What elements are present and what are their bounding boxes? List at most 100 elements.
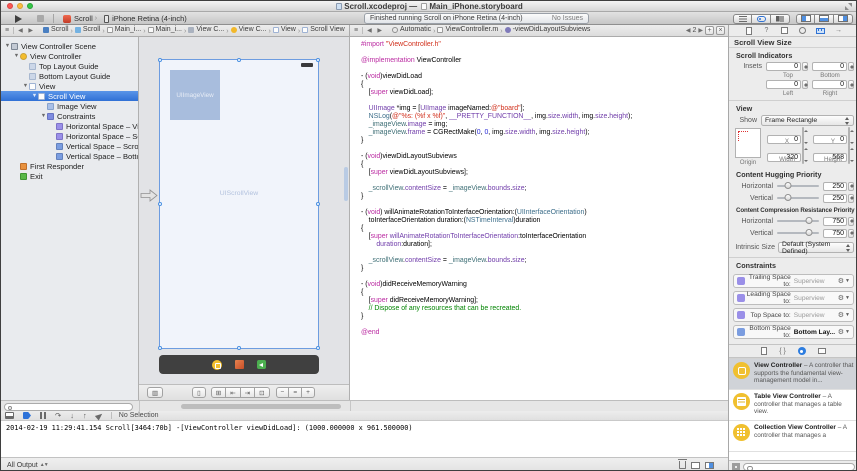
assistant-crumb[interactable]: -viewDidLayoutSubviews xyxy=(505,26,591,33)
selection-handle[interactable] xyxy=(158,346,162,350)
selection-handle[interactable] xyxy=(158,202,162,206)
compression-stepper[interactable] xyxy=(848,229,854,238)
related-items-icon[interactable]: ≡ xyxy=(350,27,362,34)
canvas-horizontal-scrollbar[interactable] xyxy=(181,404,341,409)
intrinsic-size-dropdown[interactable]: Default (System Defined) xyxy=(778,242,854,253)
assistant-crumb[interactable]: Automatic xyxy=(392,26,431,33)
hide-debug-area-icon[interactable] xyxy=(5,412,14,419)
storyboard-crumb[interactable]: Scroll xyxy=(75,26,101,33)
outline-row[interactable]: Vertical Space – Scroll... xyxy=(1,141,138,151)
outline-row[interactable]: Bottom Layout Guide xyxy=(1,71,138,81)
outline-row[interactable]: ▼Constraints xyxy=(1,111,138,121)
toggle-navigator-button[interactable] xyxy=(796,14,815,24)
run-button[interactable] xyxy=(15,15,22,23)
source-editor[interactable]: #import "ViewController.h" @implementati… xyxy=(350,37,728,400)
origin-widget[interactable] xyxy=(735,128,761,158)
hugging-value-field[interactable]: 250 xyxy=(823,182,847,191)
compression-slider[interactable] xyxy=(777,220,819,222)
gear-icon[interactable]: ⚙ xyxy=(838,311,844,319)
outline-row[interactable]: ▼View Controller xyxy=(1,51,138,61)
assistant-crumb[interactable]: ViewController.m xyxy=(437,26,498,33)
selection-handle[interactable] xyxy=(316,58,320,62)
selection-handle[interactable] xyxy=(237,58,241,62)
simulate-location-icon[interactable] xyxy=(95,411,104,420)
outline-row[interactable]: Horizontal Space – Vie... xyxy=(1,121,138,131)
slider-knob[interactable] xyxy=(805,229,812,236)
breakpoints-toggle-icon[interactable] xyxy=(23,412,31,419)
standard-editor-button[interactable] xyxy=(733,14,752,24)
constraint-card[interactable]: Trailing Space to:Superview⚙▼ xyxy=(733,274,854,288)
outline-row[interactable]: Image View xyxy=(1,101,138,111)
constraint-card[interactable]: Top Space to:Superview⚙▼ xyxy=(733,308,854,322)
debug-console[interactable]: 2014-02-19 11:29:41.154 Scroll[3464:70b]… xyxy=(1,421,728,457)
gear-icon[interactable]: ⚙ xyxy=(838,277,844,285)
canvas-vertical-scrollbar[interactable] xyxy=(344,167,348,201)
version-editor-button[interactable] xyxy=(771,14,790,24)
prev-counterpart-icon[interactable]: ◀ xyxy=(686,27,691,34)
scheme-name[interactable]: Scroll xyxy=(74,14,93,23)
attributes-inspector-tab[interactable] xyxy=(798,27,807,35)
inset-bottom-field[interactable]: 0 xyxy=(812,62,847,71)
storyboard-crumb[interactable]: View C... xyxy=(188,26,224,33)
quick-help-inspector-tab[interactable]: ? xyxy=(762,27,771,35)
disclosure-triangle-icon[interactable]: ▼ xyxy=(40,113,47,119)
view-controller-dock-icon[interactable] xyxy=(212,360,222,370)
fullscreen-icon[interactable] xyxy=(845,3,852,10)
identity-inspector-tab[interactable] xyxy=(780,27,789,35)
connections-inspector-tab[interactable]: → xyxy=(834,27,843,35)
output-filter-dropdown[interactable]: All Output xyxy=(7,462,38,469)
outline-row[interactable]: Horizontal Space – Scr... xyxy=(1,131,138,141)
selection-handle[interactable] xyxy=(237,346,241,350)
image-view-canvas[interactable]: UIImageView xyxy=(170,70,220,120)
library-view-mode-icon[interactable] xyxy=(732,463,740,471)
slider-knob[interactable] xyxy=(784,182,791,189)
storyboard-crumb[interactable]: Scroll View xyxy=(302,26,345,33)
stop-button[interactable] xyxy=(37,15,44,22)
clear-console-icon[interactable] xyxy=(679,461,686,469)
slider-knob[interactable] xyxy=(784,194,791,201)
inset-left-field[interactable]: 0 xyxy=(766,80,801,89)
storyboard-crumb[interactable]: Main_i... xyxy=(107,26,141,33)
related-items-icon[interactable]: ≡ xyxy=(1,27,13,34)
inset-top-field[interactable]: 0 xyxy=(766,62,801,71)
next-counterpart-icon[interactable]: ▶ xyxy=(698,27,703,34)
hugging-stepper[interactable] xyxy=(848,182,854,191)
pin-button[interactable]: ⇤ xyxy=(226,387,240,398)
storyboard-crumb[interactable]: View xyxy=(273,26,296,33)
object-library-tab[interactable] xyxy=(798,347,806,355)
library-item[interactable]: View Controller – A controller that supp… xyxy=(729,359,857,390)
outline-row[interactable]: Top Layout Guide xyxy=(1,61,138,71)
compression-value-field[interactable]: 750 xyxy=(823,229,847,238)
step-over-icon[interactable]: ↷ xyxy=(55,412,61,419)
compression-value-field[interactable]: 750 xyxy=(823,217,847,226)
outline-row[interactable]: First Responder xyxy=(1,161,138,171)
hugging-stepper[interactable] xyxy=(848,194,854,203)
hugging-slider[interactable] xyxy=(777,185,819,187)
hugging-slider[interactable] xyxy=(777,197,819,199)
file-template-library-tab[interactable] xyxy=(761,347,767,355)
add-assistant-editor-button[interactable]: + xyxy=(705,26,714,35)
compression-stepper[interactable] xyxy=(848,217,854,226)
file-inspector-tab[interactable] xyxy=(744,27,753,35)
console-pane-toggle-icon[interactable] xyxy=(705,462,714,469)
show-dropdown[interactable]: Frame Rectangle xyxy=(761,115,854,126)
outline-row[interactable]: ▼View xyxy=(1,81,138,91)
constraint-card[interactable]: Bottom Space to:Bottom Lay...⚙▼ xyxy=(733,325,854,339)
toggle-utilities-button[interactable] xyxy=(834,14,853,24)
inset-left-stepper[interactable] xyxy=(802,80,808,89)
toggle-debug-area-button[interactable] xyxy=(815,14,834,24)
disclosure-triangle-icon[interactable]: ▼ xyxy=(31,93,38,99)
outline-toggle-button[interactable]: ▥ xyxy=(147,387,163,398)
exit-dock-icon[interactable] xyxy=(257,360,266,369)
destination-name[interactable]: iPhone Retina (4-inch) xyxy=(112,14,187,23)
hugging-value-field[interactable]: 250 xyxy=(823,194,847,203)
interface-builder-canvas[interactable]: UIImageView UIScrollView ▥ ▯ ⊞ ⇤ ⇥ xyxy=(139,37,350,400)
outline-filter-field[interactable] xyxy=(4,403,133,411)
media-library-tab[interactable] xyxy=(818,348,826,354)
outline-row[interactable]: Exit xyxy=(1,171,138,181)
zoom-out-button[interactable]: − xyxy=(276,387,290,398)
storyboard-crumb[interactable]: View C... xyxy=(231,26,267,33)
zoom-in-button[interactable]: + xyxy=(302,387,315,398)
code-snippet-library-tab[interactable]: { } xyxy=(779,348,786,355)
selection-handle[interactable] xyxy=(158,58,162,62)
